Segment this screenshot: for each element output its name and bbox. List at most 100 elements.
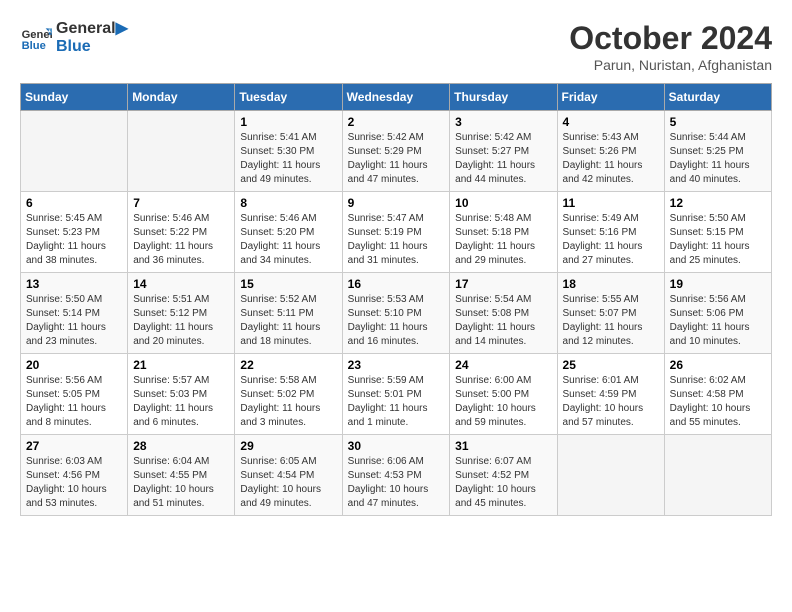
daylight-text: Daylight: 11 hours and 36 minutes.	[133, 240, 229, 268]
daylight-text: Daylight: 11 hours and 16 minutes.	[348, 321, 445, 349]
sunrise-text: Sunrise: 5:41 AM	[240, 131, 336, 145]
day-info: Sunrise: 5:58 AMSunset: 5:02 PMDaylight:…	[240, 374, 336, 430]
day-number: 5	[670, 115, 766, 129]
daylight-text: Daylight: 11 hours and 6 minutes.	[133, 402, 229, 430]
sunrise-text: Sunrise: 5:58 AM	[240, 374, 336, 388]
day-info: Sunrise: 6:05 AMSunset: 4:54 PMDaylight:…	[240, 455, 336, 511]
day-number: 1	[240, 115, 336, 129]
daylight-text: Daylight: 10 hours and 51 minutes.	[133, 483, 229, 511]
day-number: 30	[348, 439, 445, 453]
day-info: Sunrise: 5:44 AMSunset: 5:25 PMDaylight:…	[670, 131, 766, 187]
sunrise-text: Sunrise: 5:59 AM	[348, 374, 445, 388]
day-cell: 1 Sunrise: 5:41 AMSunset: 5:30 PMDaylight…	[235, 111, 342, 192]
sunrise-text: Sunrise: 5:48 AM	[455, 212, 551, 226]
logo-text: General▶	[56, 20, 128, 38]
day-cell: 9Sunrise: 5:47 AMSunset: 5:19 PMDaylight…	[342, 192, 450, 273]
sunrise-text: Sunrise: 5:42 AM	[348, 131, 445, 145]
day-info: Sunrise: 6:07 AMSunset: 4:52 PMDaylight:…	[455, 455, 551, 511]
day-info: Sunrise: 5:56 AMSunset: 5:06 PMDaylight:…	[670, 293, 766, 349]
sunrise-text: Sunrise: 6:06 AM	[348, 455, 445, 469]
day-number: 14	[133, 277, 229, 291]
day-cell	[664, 435, 771, 516]
daylight-text: Daylight: 11 hours and 3 minutes.	[240, 402, 336, 430]
sunrise-text: Sunrise: 5:52 AM	[240, 293, 336, 307]
day-info: Sunrise: 5:57 AMSunset: 5:03 PMDaylight:…	[133, 374, 229, 430]
day-info: Sunrise: 5:43 AMSunset: 5:26 PMDaylight:…	[563, 131, 659, 187]
day-number: 16	[348, 277, 445, 291]
day-number: 29	[240, 439, 336, 453]
sunset-text: Sunset: 4:55 PM	[133, 469, 229, 483]
sunrise-text: Sunrise: 5:50 AM	[670, 212, 766, 226]
sunset-text: Sunset: 5:22 PM	[133, 226, 229, 240]
page-header: General Blue General▶ Blue October 2024 …	[20, 20, 772, 73]
day-number: 12	[670, 196, 766, 210]
header-cell-sunday: Sunday	[21, 84, 128, 111]
sunset-text: Sunset: 5:01 PM	[348, 388, 445, 402]
sunset-text: Sunset: 5:05 PM	[26, 388, 122, 402]
day-info: Sunrise: 5:50 AMSunset: 5:15 PMDaylight:…	[670, 212, 766, 268]
location-subtitle: Parun, Nuristan, Afghanistan	[569, 57, 772, 73]
sunset-text: Sunset: 5:03 PM	[133, 388, 229, 402]
day-cell: 27Sunrise: 6:03 AMSunset: 4:56 PMDayligh…	[21, 435, 128, 516]
day-cell	[128, 111, 235, 192]
daylight-text: Daylight: 11 hours and 40 minutes.	[670, 159, 766, 187]
daylight-text: Daylight: 10 hours and 45 minutes.	[455, 483, 551, 511]
day-info: Sunrise: 5:51 AMSunset: 5:12 PMDaylight:…	[133, 293, 229, 349]
day-info: Sunrise: 5:42 AMSunset: 5:27 PMDaylight:…	[455, 131, 551, 187]
day-info: Sunrise: 5:46 AMSunset: 5:22 PMDaylight:…	[133, 212, 229, 268]
day-cell	[21, 111, 128, 192]
day-cell: 6Sunrise: 5:45 AMSunset: 5:23 PMDaylight…	[21, 192, 128, 273]
day-info: Sunrise: 6:00 AMSunset: 5:00 PMDaylight:…	[455, 374, 551, 430]
daylight-text: Daylight: 11 hours and 8 minutes.	[26, 402, 122, 430]
day-cell: 17Sunrise: 5:54 AMSunset: 5:08 PMDayligh…	[450, 273, 557, 354]
day-info: Sunrise: 5:41 AMSunset: 5:30 PMDaylight:…	[240, 131, 336, 187]
day-info: Sunrise: 6:06 AMSunset: 4:53 PMDaylight:…	[348, 455, 445, 511]
day-number: 9	[348, 196, 445, 210]
day-cell: 20Sunrise: 5:56 AMSunset: 5:05 PMDayligh…	[21, 354, 128, 435]
day-number: 15	[240, 277, 336, 291]
sunset-text: Sunset: 5:02 PM	[240, 388, 336, 402]
day-info: Sunrise: 5:53 AMSunset: 5:10 PMDaylight:…	[348, 293, 445, 349]
sunrise-text: Sunrise: 5:46 AM	[240, 212, 336, 226]
day-number: 13	[26, 277, 122, 291]
day-number: 8	[240, 196, 336, 210]
logo-icon: General Blue	[20, 22, 52, 54]
day-info: Sunrise: 5:52 AMSunset: 5:11 PMDaylight:…	[240, 293, 336, 349]
day-cell: 3Sunrise: 5:42 AMSunset: 5:27 PMDaylight…	[450, 111, 557, 192]
day-cell: 14 Sunrise: 5:51 AMSunset: 5:12 PMDayligh…	[128, 273, 235, 354]
week-row-0: 1Sunrise: 5:41 AMSunset: 5:30 PMDaylight…	[21, 111, 772, 192]
header-cell-thursday: Thursday	[450, 84, 557, 111]
sunrise-text: Sunrise: 6:00 AM	[455, 374, 551, 388]
day-number: 31	[455, 439, 551, 453]
day-number: 11	[563, 196, 659, 210]
day-cell: 2Sunrise: 5:42 AMSunset: 5:29 PMDaylight…	[342, 111, 450, 192]
daylight-text: Daylight: 11 hours and 29 minutes.	[455, 240, 551, 268]
sunset-text: Sunset: 5:06 PM	[670, 307, 766, 321]
day-cell: 23Sunrise: 5:59 AMSunset: 5:01 PMDayligh…	[342, 354, 450, 435]
day-cell: 16 Sunrise: 5:53 AMSunset: 5:10 PMDayligh…	[342, 273, 450, 354]
day-info: Sunrise: 6:03 AMSunset: 4:56 PMDaylight:…	[26, 455, 122, 511]
day-cell: 24Sunrise: 6:00 AMSunset: 5:00 PMDayligh…	[450, 354, 557, 435]
sunrise-text: Sunrise: 5:49 AM	[563, 212, 659, 226]
sunset-text: Sunset: 5:11 PM	[240, 307, 336, 321]
header-cell-wednesday: Wednesday	[342, 84, 450, 111]
sunset-text: Sunset: 5:15 PM	[670, 226, 766, 240]
sunset-text: Sunset: 5:30 PM	[240, 145, 336, 159]
day-cell: 31 Sunrise: 6:07 AMSunset: 4:52 PMDayligh…	[450, 435, 557, 516]
day-number: 7	[133, 196, 229, 210]
day-number: 21	[133, 358, 229, 372]
sunset-text: Sunset: 5:26 PM	[563, 145, 659, 159]
week-row-2: 13Sunrise: 5:50 AMSunset: 5:14 PMDayligh…	[21, 273, 772, 354]
daylight-text: Daylight: 11 hours and 14 minutes.	[455, 321, 551, 349]
day-info: Sunrise: 5:45 AMSunset: 5:23 PMDaylight:…	[26, 212, 122, 268]
daylight-text: Daylight: 11 hours and 42 minutes.	[563, 159, 659, 187]
sunrise-text: Sunrise: 5:51 AM	[133, 293, 229, 307]
sunrise-text: Sunrise: 6:02 AM	[670, 374, 766, 388]
day-cell: 30 Sunrise: 6:06 AMSunset: 4:53 PMDayligh…	[342, 435, 450, 516]
day-cell: 26Sunrise: 6:02 AMSunset: 4:58 PMDayligh…	[664, 354, 771, 435]
day-cell: 7 Sunrise: 5:46 AMSunset: 5:22 PMDaylight…	[128, 192, 235, 273]
day-number: 2	[348, 115, 445, 129]
daylight-text: Daylight: 11 hours and 18 minutes.	[240, 321, 336, 349]
sunrise-text: Sunrise: 6:03 AM	[26, 455, 122, 469]
day-info: Sunrise: 5:46 AMSunset: 5:20 PMDaylight:…	[240, 212, 336, 268]
